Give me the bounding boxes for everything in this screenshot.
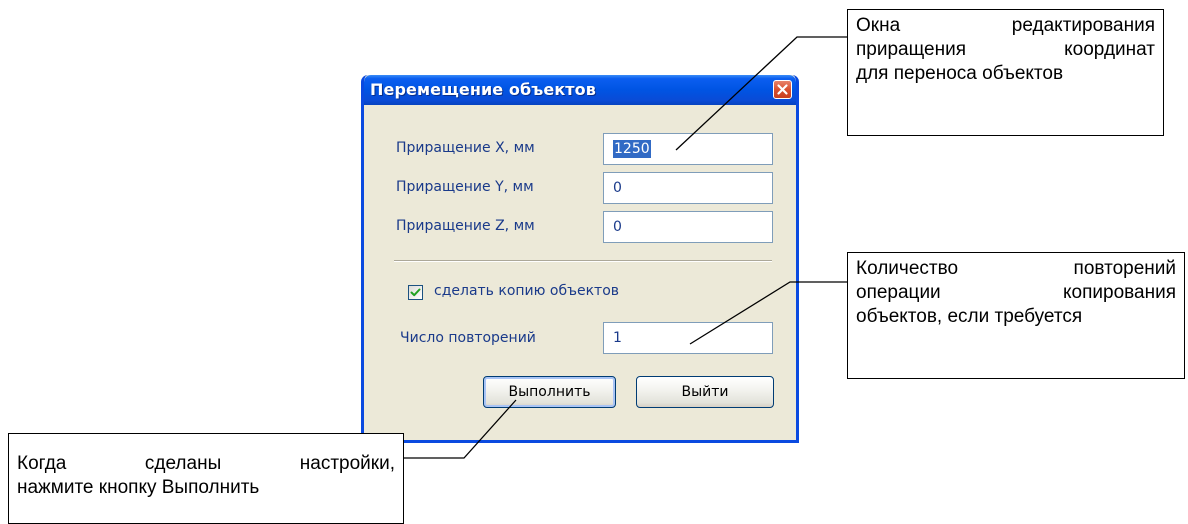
dialog-body: Приращение X, мм 1250 Приращение Y, мм 0… [364, 105, 796, 440]
increment-x-input[interactable]: 1250 [603, 133, 773, 165]
callout-run-hint-line-2: нажмите кнопку Выполнить [17, 477, 260, 498]
callout-repeat-count-line-2: операции копирования [856, 282, 1176, 303]
move-objects-dialog: Перемещение объектов Приращение X, мм 12… [361, 75, 799, 443]
repeat-count-input[interactable]: 1 [603, 322, 773, 354]
checkmark-icon [409, 286, 422, 299]
increment-z-label: Приращение Z, мм [396, 218, 535, 234]
dialog-title: Перемещение объектов [370, 80, 596, 99]
increment-y-input[interactable]: 0 [603, 172, 773, 204]
increment-y-label: Приращение Y, мм [396, 179, 534, 195]
repeat-count-value: 1 [613, 330, 622, 346]
callout-edit-boxes-line-3: для переноса объектов [856, 63, 1064, 84]
callout-edit-boxes: Окна редактирования приращения координат… [847, 9, 1164, 136]
callout-run-hint: Когда сделаны настройки, нажмите кнопку … [8, 433, 404, 524]
callout-run-hint-line-1: Когда сделаны настройки, [17, 453, 395, 474]
callout-repeat-count-line-3: объектов, если требуется [856, 306, 1083, 327]
callout-edit-boxes-line-1: Окна редактирования [856, 15, 1155, 36]
callout-repeat-count-line-1: Количество повторений [856, 258, 1176, 279]
increment-z-value: 0 [613, 219, 622, 235]
copy-objects-label[interactable]: сделать копию объектов [434, 283, 619, 299]
repeat-count-label: Число повторений [400, 330, 536, 346]
exit-button[interactable]: Выйти [636, 376, 774, 408]
increment-z-input[interactable]: 0 [603, 211, 773, 243]
callout-edit-boxes-line-2: приращения координат [856, 39, 1155, 60]
run-button[interactable]: Выполнить [483, 376, 616, 408]
increment-x-label: Приращение X, мм [396, 140, 535, 156]
callout-repeat-count: Количество повторений операции копирован… [847, 252, 1185, 379]
copy-objects-checkbox[interactable] [408, 285, 423, 300]
increment-x-value: 1250 [613, 140, 651, 158]
separator [394, 260, 772, 262]
close-button[interactable] [773, 80, 792, 99]
dialog-titlebar[interactable]: Перемещение объектов [364, 75, 796, 105]
increment-y-value: 0 [613, 180, 622, 196]
close-x-icon [774, 81, 791, 98]
